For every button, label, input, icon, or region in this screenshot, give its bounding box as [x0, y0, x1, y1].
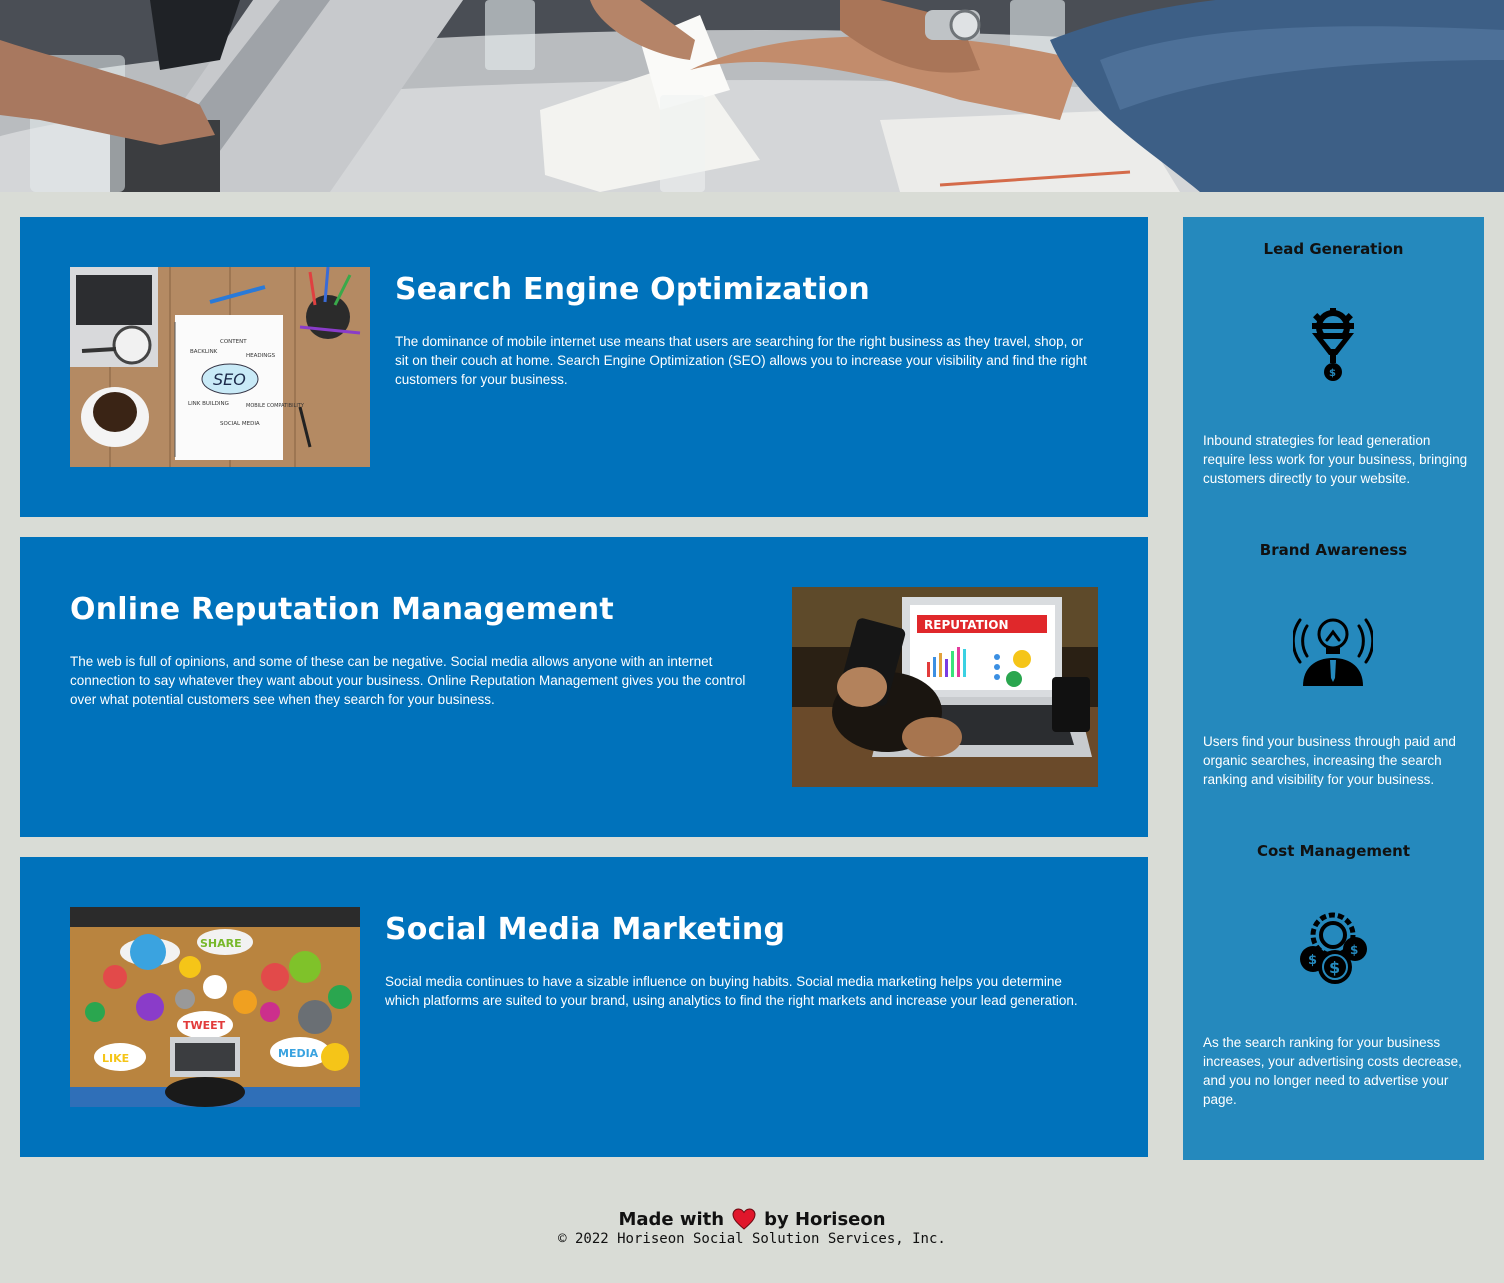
- benefit-title: Lead Generation: [1263, 240, 1404, 258]
- svg-text:$: $: [1329, 368, 1336, 379]
- social-media-section: SHARE TWEET LIKE MEDIA Social Media Mark…: [20, 857, 1148, 1157]
- svg-text:CONTENT: CONTENT: [220, 339, 247, 345]
- benefits-sidebar: Lead Generation $ Inbound strategies for…: [1183, 217, 1484, 1160]
- section-title: Online Reputation Management: [70, 592, 614, 627]
- meeting-photo: [0, 0, 1504, 192]
- benefit-text: Users find your business through paid an…: [1203, 734, 1456, 787]
- reputation-image: REPUTATION: [792, 587, 1098, 787]
- svg-text:LIKE: LIKE: [102, 1052, 129, 1065]
- svg-text:BACKLINK: BACKLINK: [190, 349, 218, 355]
- benefit-title: Cost Management: [1256, 842, 1411, 860]
- made-with-line: Made with by Horiseon: [618, 1208, 886, 1230]
- footer: Made with by Horiseon © 2022 Horiseon So…: [0, 1208, 1504, 1247]
- section-title: Search Engine Optimization: [395, 272, 870, 307]
- svg-text:$: $: [1308, 953, 1317, 968]
- benefit-title: Brand Awareness: [1259, 541, 1408, 559]
- svg-text:TWEET: TWEET: [183, 1019, 226, 1032]
- svg-text:LINK BUILDING: LINK BUILDING: [188, 401, 229, 407]
- svg-text:SHARE: SHARE: [200, 937, 242, 950]
- by-horiseon-text: by Horiseon: [764, 1208, 886, 1230]
- made-with-text: Made with: [618, 1208, 725, 1230]
- reputation-section: Online Reputation Management The web is …: [20, 537, 1148, 837]
- brand-lightbulb-icon: [1291, 606, 1375, 686]
- section-text: The web is full of opinions, and some of…: [70, 654, 746, 707]
- seo-image: SEO CONTENT BACKLINK HEADINGS LINK BUILD…: [70, 267, 370, 467]
- section-title: Social Media Marketing: [385, 912, 786, 947]
- benefit-text: Inbound strategies for lead generation r…: [1203, 433, 1468, 486]
- seo-word-label: SEO: [213, 370, 246, 389]
- reputation-label: REPUTATION: [924, 618, 1008, 632]
- section-text: The dominance of mobile internet use mea…: [395, 334, 1087, 387]
- lead-funnel-icon: $: [1293, 305, 1373, 385]
- social-media-image: SHARE TWEET LIKE MEDIA: [70, 907, 360, 1107]
- section-text: Social media continues to have a sizable…: [385, 974, 1078, 1008]
- seo-section: SEO CONTENT BACKLINK HEADINGS LINK BUILD…: [20, 217, 1148, 517]
- svg-text:$: $: [1350, 943, 1358, 957]
- benefit-text: As the search ranking for your business …: [1203, 1035, 1462, 1107]
- cost-gear-coins-icon: $ $ $: [1293, 907, 1373, 987]
- svg-text:HEADINGS: HEADINGS: [246, 353, 276, 359]
- svg-text:MOBILE COMPATIBILITY: MOBILE COMPATIBILITY: [246, 403, 305, 409]
- copyright-text: © 2022 Horiseon Social Solution Services…: [558, 1231, 946, 1247]
- svg-text:$: $: [1329, 958, 1340, 977]
- svg-text:MEDIA: MEDIA: [278, 1047, 319, 1060]
- hero-image: [0, 0, 1504, 192]
- heart-icon: [732, 1208, 756, 1230]
- svg-text:SOCIAL MEDIA: SOCIAL MEDIA: [220, 421, 260, 427]
